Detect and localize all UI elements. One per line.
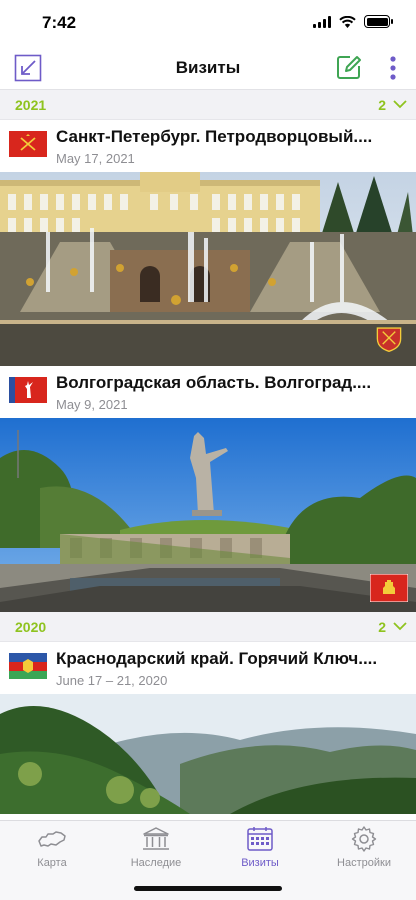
signal-icon	[313, 15, 331, 28]
tab-settings[interactable]: Настройки	[312, 825, 416, 873]
year-label: 2020	[15, 619, 47, 635]
year-visit-count: 2	[378, 619, 386, 635]
visit-title: Краснодарский край. Горячий Ключ....	[56, 649, 378, 668]
more-menu-icon[interactable]	[384, 54, 402, 82]
gear-icon	[351, 826, 377, 852]
year-section-header[interactable]: 2020 2	[0, 612, 416, 642]
tab-heritage[interactable]: Наследие	[104, 825, 208, 873]
status-time: 7:42	[42, 13, 77, 32]
mamayev-kurgan-photo	[0, 418, 416, 612]
goryachy-klyuch-photo	[0, 694, 416, 814]
tab-label: Наследие	[130, 857, 182, 869]
russia-map-icon	[38, 831, 66, 847]
museum-icon	[143, 827, 169, 850]
navigation-bar: Визиты	[0, 48, 416, 90]
battery-icon	[364, 15, 393, 28]
spb-coat-of-arms-icon	[376, 327, 402, 353]
tab-label: Настройки	[337, 857, 391, 869]
year-label: 2021	[15, 97, 47, 113]
tab-label: Карта	[37, 857, 67, 869]
compose-icon[interactable]	[336, 54, 362, 80]
visit-row[interactable]: Санкт-Петербург. Петродворцовый.... May …	[0, 120, 416, 172]
visit-title: Волгоградская область. Волгоград....	[56, 373, 372, 392]
volgograd-flag-icon	[9, 377, 47, 403]
visits-list[interactable]: 2021 2 Санкт-Петербург. Петродворцовый..…	[0, 90, 416, 820]
home-indicator	[134, 886, 282, 891]
tab-map[interactable]: Карта	[0, 825, 104, 873]
year-section-header[interactable]: 2021 2	[0, 90, 416, 120]
visit-date: May 9, 2021	[56, 397, 128, 412]
visit-date: June 17 – 21, 2020	[56, 673, 168, 688]
calendar-icon	[247, 827, 273, 851]
peterhof-palace-photo	[0, 172, 416, 366]
visit-photo[interactable]	[0, 172, 416, 366]
wifi-icon	[339, 15, 356, 28]
visit-photo[interactable]	[0, 418, 416, 612]
visit-date: May 17, 2021	[56, 151, 135, 166]
chevron-down-icon[interactable]	[393, 99, 407, 109]
status-bar: 7:42	[0, 0, 416, 48]
volgograd-flag-icon	[370, 574, 408, 602]
year-visit-count: 2	[378, 97, 386, 113]
chevron-down-icon[interactable]	[393, 621, 407, 631]
krasnodar-flag-icon	[9, 653, 47, 679]
visit-photo[interactable]	[0, 694, 416, 814]
saint-petersburg-flag-icon	[9, 131, 47, 157]
visit-title: Санкт-Петербург. Петродворцовый....	[56, 127, 373, 146]
visit-row[interactable]: Волгоградская область. Волгоград.... May…	[0, 366, 416, 418]
tab-label: Визиты	[241, 857, 279, 869]
status-icons	[313, 15, 393, 28]
visit-row[interactable]: Краснодарский край. Горячий Ключ.... Jun…	[0, 642, 416, 694]
tab-visits[interactable]: Визиты	[208, 825, 312, 873]
